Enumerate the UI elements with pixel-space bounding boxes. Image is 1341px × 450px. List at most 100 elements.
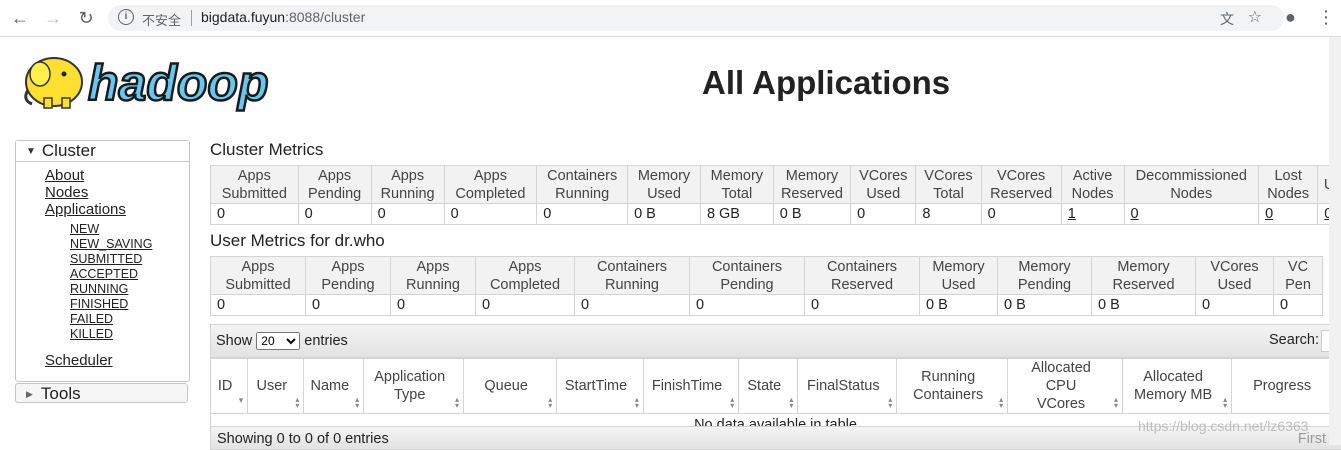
user-metrics-value: 0	[574, 294, 690, 316]
app-state-submitted[interactable]: SUBMITTED	[70, 252, 189, 267]
cluster-metrics-value: 8 GB	[699, 203, 774, 225]
column-header[interactable]: FinalStatus ▴ ▾	[797, 358, 898, 414]
app-state-new-saving[interactable]: NEW_SAVING	[70, 237, 189, 252]
cluster-metrics-value: 0	[443, 203, 538, 225]
table-controls: Show 20 entries Search:	[210, 324, 1341, 358]
sort-icon: ▴ ▾	[355, 395, 360, 410]
column-header[interactable]: Application Type ▴ ▾	[363, 358, 465, 414]
cluster-metrics-header: Memory Total	[699, 165, 774, 204]
reload-icon[interactable]: ↻	[76, 8, 96, 28]
triangle-right-icon: ▶	[26, 389, 33, 399]
info-icon[interactable]: i	[118, 9, 134, 25]
cluster-metrics-header: Apps Running	[370, 165, 445, 204]
search-label: Search:	[1269, 332, 1319, 348]
column-header[interactable]: Allocated CPU VCores ▴ ▾	[1007, 358, 1123, 414]
cluster-metrics-header: Containers Running	[536, 165, 629, 204]
app-state-running[interactable]: RUNNING	[70, 282, 189, 297]
browser-toolbar: ← → ↻ i 不安全 bigdata.fuyun:8088/cluster 文…	[0, 0, 1341, 37]
scrollbar[interactable]	[1329, 37, 1341, 445]
url-text[interactable]: bigdata.fuyun:8088/cluster	[201, 9, 365, 25]
cluster-metrics-header: Decommissioned Nodes	[1123, 165, 1260, 204]
user-metrics-header: Apps Completed	[475, 256, 575, 295]
cluster-metrics-value: 0	[210, 203, 299, 225]
app-state-failed[interactable]: FAILED	[70, 312, 189, 327]
column-header[interactable]: Running Containers ▴ ▾	[896, 358, 1009, 414]
user-metrics-value: 0 B	[997, 294, 1092, 316]
entries-select[interactable]: 20	[256, 332, 301, 350]
sidebar-item-applications[interactable]: Applications	[45, 201, 189, 218]
cluster-metrics-header: Apps Completed	[443, 165, 538, 204]
cluster-metrics-value: 0	[850, 203, 917, 225]
sort-icon: ▴ ▾	[634, 395, 639, 410]
sort-icon: ▾	[238, 395, 244, 405]
column-header[interactable]: Name ▴ ▾	[303, 358, 365, 414]
column-header[interactable]: FinishTime ▴ ▾	[642, 358, 740, 414]
cluster-metrics-header: VCores Used	[850, 165, 917, 204]
sort-icon: ▴ ▾	[999, 395, 1004, 410]
user-metrics-header: VCores Used	[1195, 256, 1274, 295]
sort-icon: ▴ ▾	[1113, 395, 1118, 410]
user-metrics-table: Apps Submitted Apps Pending Apps Running Apps C…	[210, 256, 1323, 316]
sidebar-item-about[interactable]: About	[45, 167, 189, 184]
forward-arrow-icon[interactable]: →	[43, 8, 63, 28]
user-metrics-value: 0	[475, 294, 575, 316]
column-header[interactable]: Allocated Memory MB ▴ ▾	[1121, 358, 1233, 414]
user-metrics-header: Memory Used	[919, 256, 998, 295]
column-header[interactable]: Progress	[1231, 358, 1341, 414]
column-header[interactable]: User ▴ ▾	[247, 358, 305, 414]
app-state-accepted[interactable]: ACCEPTED	[70, 267, 189, 282]
sidebar-item-scheduler[interactable]: Scheduler	[45, 352, 189, 369]
cluster-metrics-header: Memory Used	[627, 165, 701, 204]
user-metrics-header: Containers Pending	[689, 256, 805, 295]
user-metrics-value: 0 B	[919, 294, 998, 316]
user-metrics-value: 0	[390, 294, 476, 316]
user-metrics-title: User Metrics for dr.who	[210, 231, 385, 250]
user-metrics-value: 0 B	[1091, 294, 1196, 316]
profile-icon[interactable]: ●	[1285, 7, 1296, 28]
app-state-killed[interactable]: KILLED	[70, 327, 189, 342]
back-arrow-icon[interactable]: ←	[10, 8, 30, 28]
cluster-metrics-value-link[interactable]: 0	[1265, 206, 1273, 222]
cluster-metrics-value-link[interactable]: 1	[1068, 206, 1076, 222]
cluster-header[interactable]: ▼ Cluster	[16, 141, 189, 162]
star-icon[interactable]: ☆	[1248, 7, 1262, 27]
user-metrics-header: Containers Reserved	[804, 256, 920, 295]
sort-icon: ▴ ▾	[295, 395, 300, 410]
cluster-metrics-value[interactable]: 1	[1060, 203, 1125, 225]
cluster-metrics-value: 0 B	[772, 203, 852, 225]
app-state-new[interactable]: NEW	[70, 222, 189, 237]
sidebar-item-nodes[interactable]: Nodes	[45, 184, 189, 201]
user-metrics-header: Apps Pending	[305, 256, 391, 295]
cluster-metrics-value: 0	[297, 203, 372, 225]
show-entries: Show 20 entries	[216, 332, 348, 350]
user-metrics-header: Memory Reserved	[1091, 256, 1196, 295]
user-metrics-value: 0	[1273, 294, 1323, 316]
cluster-metrics-header: Memory Reserved	[772, 165, 852, 204]
hadoop-logo: hadoop	[24, 54, 270, 112]
user-metrics-header: Memory Pending	[997, 256, 1092, 295]
cluster-metrics-title: Cluster Metrics	[210, 140, 324, 159]
cluster-metrics-value: 0	[980, 203, 1062, 225]
translate-icon[interactable]: 文	[1220, 9, 1234, 29]
column-header[interactable]: ID ▾	[209, 358, 249, 414]
column-header[interactable]: StartTime ▴ ▾	[556, 358, 644, 414]
address-bar[interactable]: i 不安全 bigdata.fuyun:8088/cluster 文 ☆	[108, 5, 1284, 31]
cluster-metrics-header: VCores Total	[915, 165, 982, 204]
menu-icon[interactable]: ⋮	[1317, 7, 1335, 28]
cluster-metrics-value: 8	[915, 203, 982, 225]
divider	[191, 10, 192, 26]
cluster-metrics-table: Apps Submitted Apps Pending Apps Running Apps C…	[210, 165, 1341, 225]
watermark: https://blog.csdn.net/lz6363	[1138, 418, 1309, 434]
cluster-metrics-header: Apps Submitted	[210, 165, 299, 204]
cluster-metrics-value-link[interactable]: 0	[1131, 206, 1139, 222]
user-metrics-header: Containers Running	[574, 256, 690, 295]
cluster-metrics-value[interactable]: 0	[1123, 203, 1260, 225]
user-metrics-value: 0	[210, 294, 306, 316]
column-header[interactable]: Queue ▴ ▾	[463, 358, 558, 414]
column-header[interactable]: State ▴ ▾	[738, 358, 799, 414]
sidebar-tools[interactable]: ▶ Tools	[15, 383, 188, 403]
logo-text: hadoop	[88, 55, 269, 111]
app-state-finished[interactable]: FINISHED	[70, 297, 189, 312]
user-metrics-header: Apps Submitted	[210, 256, 306, 295]
cluster-metrics-value[interactable]: 0	[1258, 203, 1319, 225]
